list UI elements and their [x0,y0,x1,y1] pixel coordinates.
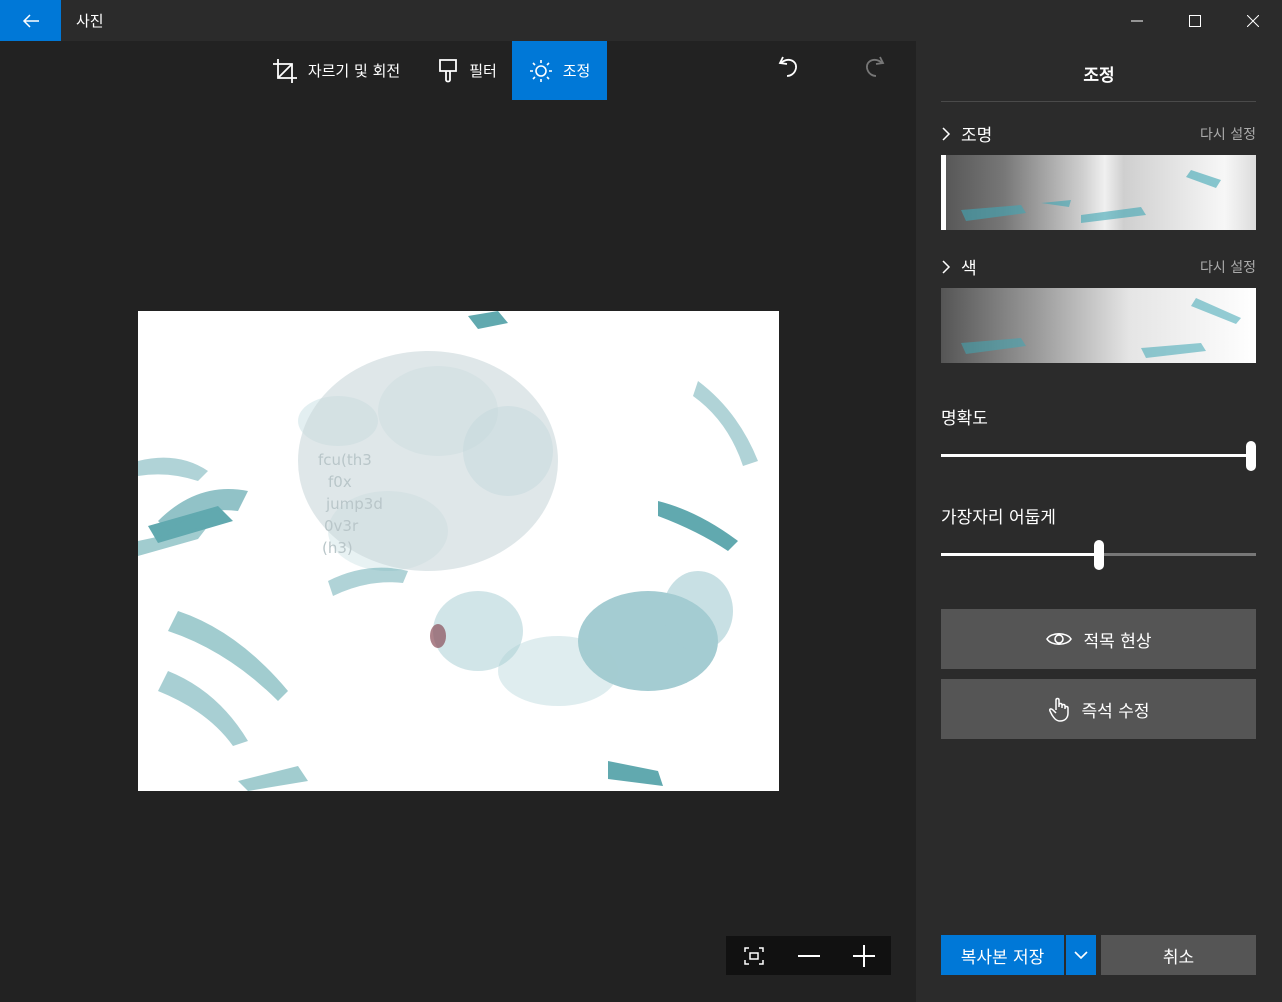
tab-adjust[interactable]: 조정 [512,41,607,100]
zoom-out-button[interactable] [781,936,836,975]
overlay-line-5: (h3) [322,539,353,557]
lighting-section-header[interactable]: 조명 다시 설정 [941,121,1256,146]
fit-to-screen-button[interactable] [726,936,781,975]
fit-screen-icon [743,946,764,965]
minus-icon [797,954,820,957]
cancel-button[interactable]: 취소 [1101,935,1256,975]
red-eye-button[interactable]: 적목 현상 [941,609,1256,669]
app-title: 사진 [76,12,104,30]
vignette-label: 가장자리 어둡게 [941,508,1056,528]
spot-fix-button[interactable]: 즉석 수정 [941,679,1256,739]
clarity-slider-thumb[interactable] [1246,441,1256,471]
overlay-line-2: f0x [328,473,352,491]
title-bar: 사진 [0,0,1282,41]
adjust-panel: 조정 조명 다시 설정 색 다시 설정 명확도 가장자리 어둡게 적목 현상 즉… [916,41,1282,1002]
lighting-strip[interactable] [941,155,1256,230]
maximize-button[interactable] [1166,0,1224,41]
lighting-preview [941,155,1256,230]
crop-icon [272,58,297,83]
color-reset-link[interactable]: 다시 설정 [1200,257,1256,277]
panel-divider [941,101,1256,102]
tab-adjust-label: 조정 [562,62,591,80]
chevron-down-icon [1074,951,1088,960]
lighting-label: 조명 [961,126,993,146]
spot-fix-label: 즉석 수정 [1081,701,1150,722]
save-options-dropdown[interactable] [1066,935,1096,975]
tab-crop-label: 자르기 및 회전 [307,62,401,80]
vignette-slider-thumb[interactable] [1093,540,1104,570]
minimize-button[interactable] [1108,0,1166,41]
paint-brush-icon [439,58,458,82]
eye-icon [1045,632,1072,646]
color-section-header[interactable]: 색 다시 설정 [941,254,1256,279]
minimize-icon [1131,20,1143,21]
plus-icon [852,944,875,967]
photo-image: fcu(th3 f0x jump3d 0v3r (h3) [138,311,779,791]
back-button[interactable] [0,0,61,41]
brightness-icon [529,59,552,82]
chevron-right-icon [942,126,951,141]
tab-filter[interactable]: 필터 [424,41,510,100]
lighting-reset-link[interactable]: 다시 설정 [1200,124,1256,144]
touch-hand-icon [1048,697,1069,722]
maximize-icon [1189,14,1201,27]
arrow-left-icon [22,13,39,28]
color-strip[interactable] [941,288,1256,363]
clarity-slider-fill [941,454,1251,457]
red-eye-label: 적목 현상 [1083,631,1152,652]
zoom-bar [726,936,891,975]
lighting-slider-marker[interactable] [941,155,946,230]
overlay-line-4: 0v3r [324,517,359,535]
close-button[interactable] [1224,0,1282,41]
save-copy-button[interactable]: 복사본 저장 [941,935,1064,975]
tab-crop-rotate[interactable]: 자르기 및 회전 [256,41,416,100]
undo-icon [778,56,797,77]
clarity-label: 명확도 [941,409,988,429]
photo-preview: fcu(th3 f0x jump3d 0v3r (h3) [138,311,779,791]
color-label: 색 [961,259,977,279]
vignette-slider-fill [941,553,1099,556]
redo-button[interactable] [857,50,891,84]
redo-icon [866,56,885,77]
tab-filter-label: 필터 [469,62,497,80]
undo-button[interactable] [772,50,806,84]
overlay-line-1: fcu(th3 [318,451,372,469]
close-icon [1247,14,1259,27]
panel-title: 조정 [1083,66,1115,86]
zoom-in-button[interactable] [836,936,891,975]
color-preview [941,288,1256,363]
overlay-line-3: jump3d [325,495,383,513]
chevron-right-icon [942,259,951,274]
